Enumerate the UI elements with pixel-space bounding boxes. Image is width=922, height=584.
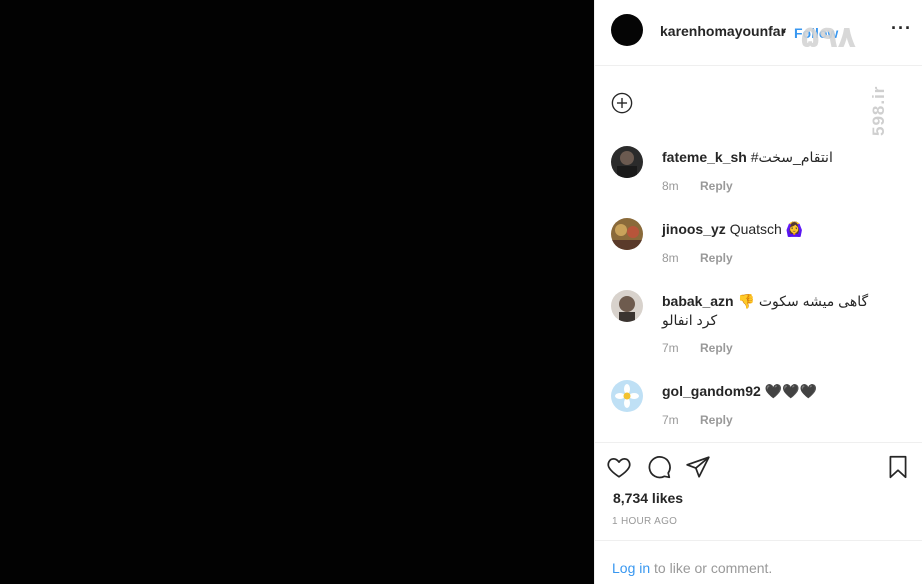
comment-body: jinoos_yz Quatsch 🙆‍♀️ [662, 220, 892, 239]
reply-button[interactable]: Reply [700, 179, 733, 193]
comment-text: #انتقام_سخت [750, 149, 833, 165]
footer-divider [595, 540, 922, 541]
comment-body: gol_gandom92 🖤🖤🖤 [662, 382, 892, 401]
post-side-panel: karenhomayounfar • Follow ۵۹۸ ··· 598.ir… [594, 0, 922, 584]
reply-button[interactable]: Reply [700, 413, 733, 427]
comment-username[interactable]: jinoos_yz [662, 221, 726, 237]
post-timestamp: 1 HOUR AGO [612, 516, 678, 527]
post-header: karenhomayounfar • Follow ۵۹۸ ··· [595, 0, 922, 66]
watermark-side-text: 598.ir [869, 85, 888, 136]
comment-body: fateme_k_sh #انتقام_سخت [662, 148, 892, 167]
comment-text: 🖤🖤🖤 [764, 383, 817, 399]
comment-age: 7m [662, 413, 679, 427]
share-icon[interactable] [685, 454, 711, 480]
commenter-avatar[interactable] [611, 290, 643, 322]
login-link[interactable]: Log in [612, 560, 650, 576]
post-actions [595, 452, 922, 484]
comment-icon[interactable] [646, 454, 672, 480]
comment-meta: 7m Reply [662, 341, 733, 355]
comment-body: babak_azn 👎 گاهی میشه سکوت کرد انفالو [662, 292, 892, 330]
author-avatar[interactable] [611, 14, 643, 46]
heart-icon[interactable] [606, 454, 632, 480]
comment-age: 7m [662, 341, 679, 355]
comment-meta: 7m Reply [662, 413, 733, 427]
login-suffix: to like or comment. [650, 560, 773, 576]
likes-count[interactable]: 8,734 likes [613, 490, 683, 506]
comment-meta: 8m Reply [662, 179, 733, 193]
load-more-comments-icon[interactable] [611, 92, 633, 114]
comment-age: 8m [662, 179, 679, 193]
bookmark-icon[interactable] [885, 454, 911, 480]
comment-username[interactable]: gol_gandom92 [662, 383, 761, 399]
login-prompt: Log in to like or comment. [612, 560, 772, 576]
comment-age: 8m [662, 251, 679, 265]
comment-username[interactable]: babak_azn [662, 293, 734, 309]
comment-meta: 8m Reply [662, 251, 733, 265]
header-separator: • [781, 23, 786, 39]
comment-username[interactable]: fateme_k_sh [662, 149, 747, 165]
more-options-icon[interactable]: ··· [891, 18, 912, 39]
commenter-avatar[interactable] [611, 380, 643, 412]
reply-button[interactable]: Reply [700, 251, 733, 265]
post-media[interactable] [0, 0, 594, 584]
actions-divider [595, 442, 922, 443]
commenter-avatar[interactable] [611, 146, 643, 178]
watermark-logo: ۵۹۸ [801, 21, 856, 54]
reply-button[interactable]: Reply [700, 341, 733, 355]
watermark-side: 598.ir [867, 68, 891, 138]
author-username[interactable]: karenhomayounfar [660, 23, 786, 39]
commenter-avatar[interactable] [611, 218, 643, 250]
comment-text: Quatsch 🙆‍♀️ [729, 221, 804, 237]
